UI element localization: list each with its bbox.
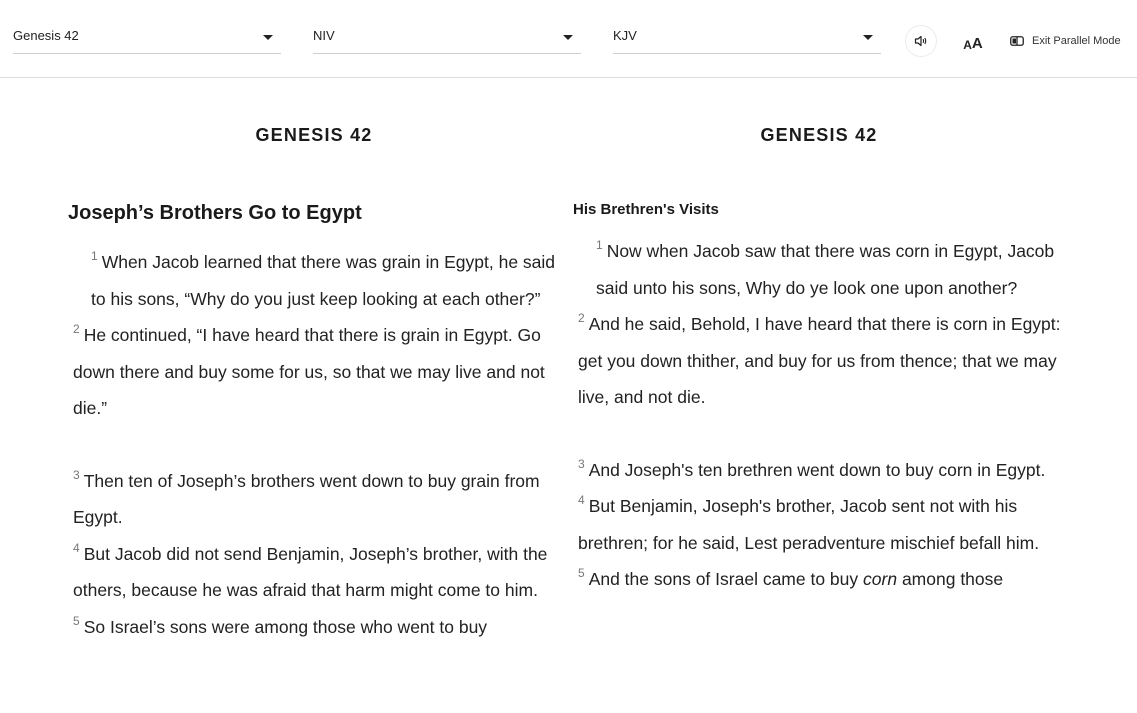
verse[interactable]: 1 Now when Jacob saw that there was corn … (578, 233, 1068, 306)
verse-text: But Benjamin, Joseph's brother, Jacob se… (578, 496, 1040, 553)
verse-text: When Jacob learned that there was grain … (91, 252, 556, 309)
verse-text: So Israel’s sons were among those who we… (83, 616, 488, 637)
audio-button[interactable] (905, 25, 937, 57)
verse-number: 2 (73, 322, 80, 336)
font-size-icon-large: A (971, 35, 983, 52)
right-version-select[interactable]: KJV (613, 24, 881, 54)
verse-number: 5 (578, 566, 585, 580)
verse-number: 1 (91, 249, 98, 263)
verse[interactable]: 1 When Jacob learned that there was grain… (73, 244, 563, 317)
font-size-button[interactable]: AA (960, 30, 986, 53)
verse-number: 3 (73, 467, 80, 482)
verse-number: 3 (578, 456, 585, 471)
verse-text: He continued, “I have heard that there i… (73, 325, 545, 418)
verse-text: Now when Jacob saw that there was corn i… (596, 241, 1055, 298)
left-version-select[interactable]: NIV (313, 24, 581, 54)
verse[interactable]: 5 And the sons of Israel came to buy corn… (578, 561, 1068, 598)
verse[interactable]: 3 And Joseph's ten brethren went down to … (578, 452, 1068, 489)
verse-number: 4 (73, 540, 80, 555)
section-heading: Joseph’s Brothers Go to Egypt (68, 202, 362, 224)
verse-text: And Joseph's ten brethren went down to b… (588, 459, 1046, 480)
left-version-value: NIV (313, 28, 335, 43)
verse[interactable]: 2 And he said, Behold, I have heard that … (578, 306, 1068, 416)
top-toolbar: Genesis 42 NIV KJV AA Exit Parallel Mode (0, 0, 1137, 78)
verse[interactable]: 3 Then ten of Joseph’s brothers went down… (73, 463, 563, 536)
verse[interactable]: 4 But Jacob did not send Benjamin, Joseph… (73, 536, 563, 609)
passage-text: 1 When Jacob learned that there was grain… (73, 244, 563, 645)
chevron-down-icon (563, 35, 573, 40)
font-size-icon-small: A (963, 38, 972, 52)
verse-text-italic: corn (863, 569, 898, 589)
verse[interactable]: 2 He continued, “I have heard that there … (73, 317, 563, 427)
right-version-value: KJV (613, 28, 637, 43)
chevron-down-icon (863, 35, 873, 40)
verse-text: Then ten of Joseph’s brothers went down … (73, 470, 540, 528)
speaker-icon (914, 35, 927, 47)
verse-number: 4 (578, 493, 585, 507)
verse-number: 2 (578, 311, 585, 325)
verse[interactable]: 5 So Israel’s sons were among those who w… (73, 609, 563, 646)
chevron-down-icon (263, 35, 273, 40)
verse-text: among those (901, 569, 1004, 589)
verse-text: But Jacob did not send Benjamin, Joseph’… (73, 543, 548, 601)
verse-number: 5 (73, 613, 80, 628)
chapter-title: GENESIS 42 (760, 125, 878, 145)
verse-text: And he said, Behold, I have heard that t… (578, 314, 1061, 407)
passage-text: 1 Now when Jacob saw that there was corn … (578, 233, 1068, 598)
exit-parallel-mode-button[interactable]: Exit Parallel Mode (1010, 31, 1121, 51)
verse-number: 1 (596, 238, 603, 252)
book-chapter-value: Genesis 42 (13, 28, 79, 43)
section-heading: His Brethren's Visits (573, 201, 719, 218)
exit-parallel-mode-label: Exit Parallel Mode (1032, 35, 1121, 47)
verse[interactable]: 4 But Benjamin, Joseph's brother, Jacob s… (578, 488, 1068, 561)
chapter-title: GENESIS 42 (255, 125, 373, 145)
parallel-columns-icon (1010, 36, 1024, 46)
verse-text: And the sons of Israel came to buy (588, 569, 859, 589)
book-chapter-select[interactable]: Genesis 42 (13, 24, 281, 54)
